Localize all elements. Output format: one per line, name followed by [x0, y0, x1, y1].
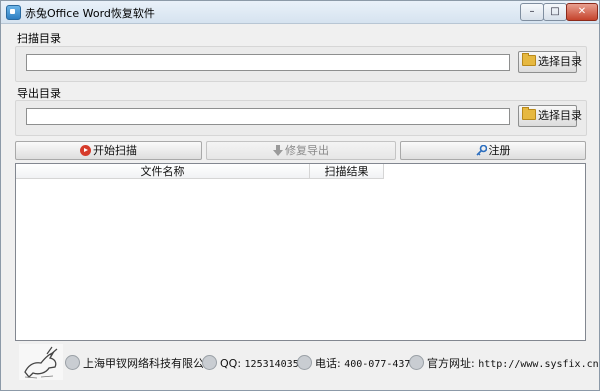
app-icon: [6, 5, 21, 20]
globe-icon: [409, 355, 424, 370]
rabbit-logo: [19, 344, 63, 380]
play-icon: [80, 145, 91, 156]
company-info: 上海甲钗网络科技有限公司: [65, 355, 215, 371]
website-link[interactable]: http://www.sysfix.cn: [478, 359, 598, 370]
scan-browse-label: 选择目录: [538, 55, 582, 68]
close-button[interactable]: ✕: [566, 3, 598, 21]
qq-number: 1253140355: [244, 359, 305, 370]
register-label: 注册: [488, 144, 511, 157]
column-header-result[interactable]: 扫描结果: [310, 164, 384, 179]
qq-penguin-icon: [202, 355, 217, 370]
down-arrow-icon: [273, 145, 283, 156]
export-browse-label: 选择目录: [538, 109, 582, 122]
register-button[interactable]: 注册: [400, 141, 586, 160]
export-dir-input[interactable]: [26, 108, 510, 125]
export-dir-label: 导出目录: [17, 87, 61, 100]
scan-dir-label: 扫描目录: [17, 32, 61, 45]
scan-dir-input[interactable]: [26, 54, 510, 71]
results-list[interactable]: 文件名称 扫描结果: [15, 163, 586, 341]
folder-icon: [522, 107, 536, 120]
export-browse-button[interactable]: 选择目录: [518, 105, 582, 127]
repair-export-button[interactable]: 修复导出: [206, 141, 396, 160]
phone-label: 电话:: [315, 357, 341, 370]
title-bar[interactable]: 赤兔Office Word恢复软件 – □ ✕: [1, 1, 599, 24]
website-info: 官方网址: http://www.sysfix.cn: [409, 355, 599, 371]
company-name: 上海甲钗网络科技有限公司: [83, 357, 215, 370]
phone-icon: [297, 355, 312, 370]
repair-export-label: 修复导出: [285, 144, 329, 157]
start-scan-button[interactable]: 开始扫描: [15, 141, 202, 160]
qq-label: QQ:: [220, 357, 242, 370]
start-scan-label: 开始扫描: [93, 144, 137, 157]
building-icon: [65, 355, 80, 370]
qq-info: QQ: 1253140355: [202, 355, 305, 370]
maximize-button[interactable]: □: [543, 3, 567, 21]
main-window: 赤兔Office Word恢复软件 – □ ✕ 扫描目录 选择目录 导出目录 选…: [0, 0, 600, 391]
website-label: 官方网址:: [427, 357, 475, 370]
footer: 上海甲钗网络科技有限公司 QQ: 1253140355 电话: 400-077-…: [15, 344, 599, 380]
minimize-button[interactable]: –: [520, 3, 544, 21]
phone-info: 电话: 400-077-4377: [297, 355, 416, 371]
export-dir-group: 选择目录: [15, 100, 587, 136]
window-title: 赤兔Office Word恢复软件: [25, 7, 155, 20]
folder-icon: [522, 53, 536, 66]
phone-number: 400-077-4377: [344, 359, 417, 370]
scan-browse-button[interactable]: 选择目录: [518, 51, 582, 73]
column-header-filename[interactable]: 文件名称: [16, 164, 310, 179]
key-icon: [475, 145, 487, 156]
scan-dir-group: 选择目录: [15, 46, 587, 82]
